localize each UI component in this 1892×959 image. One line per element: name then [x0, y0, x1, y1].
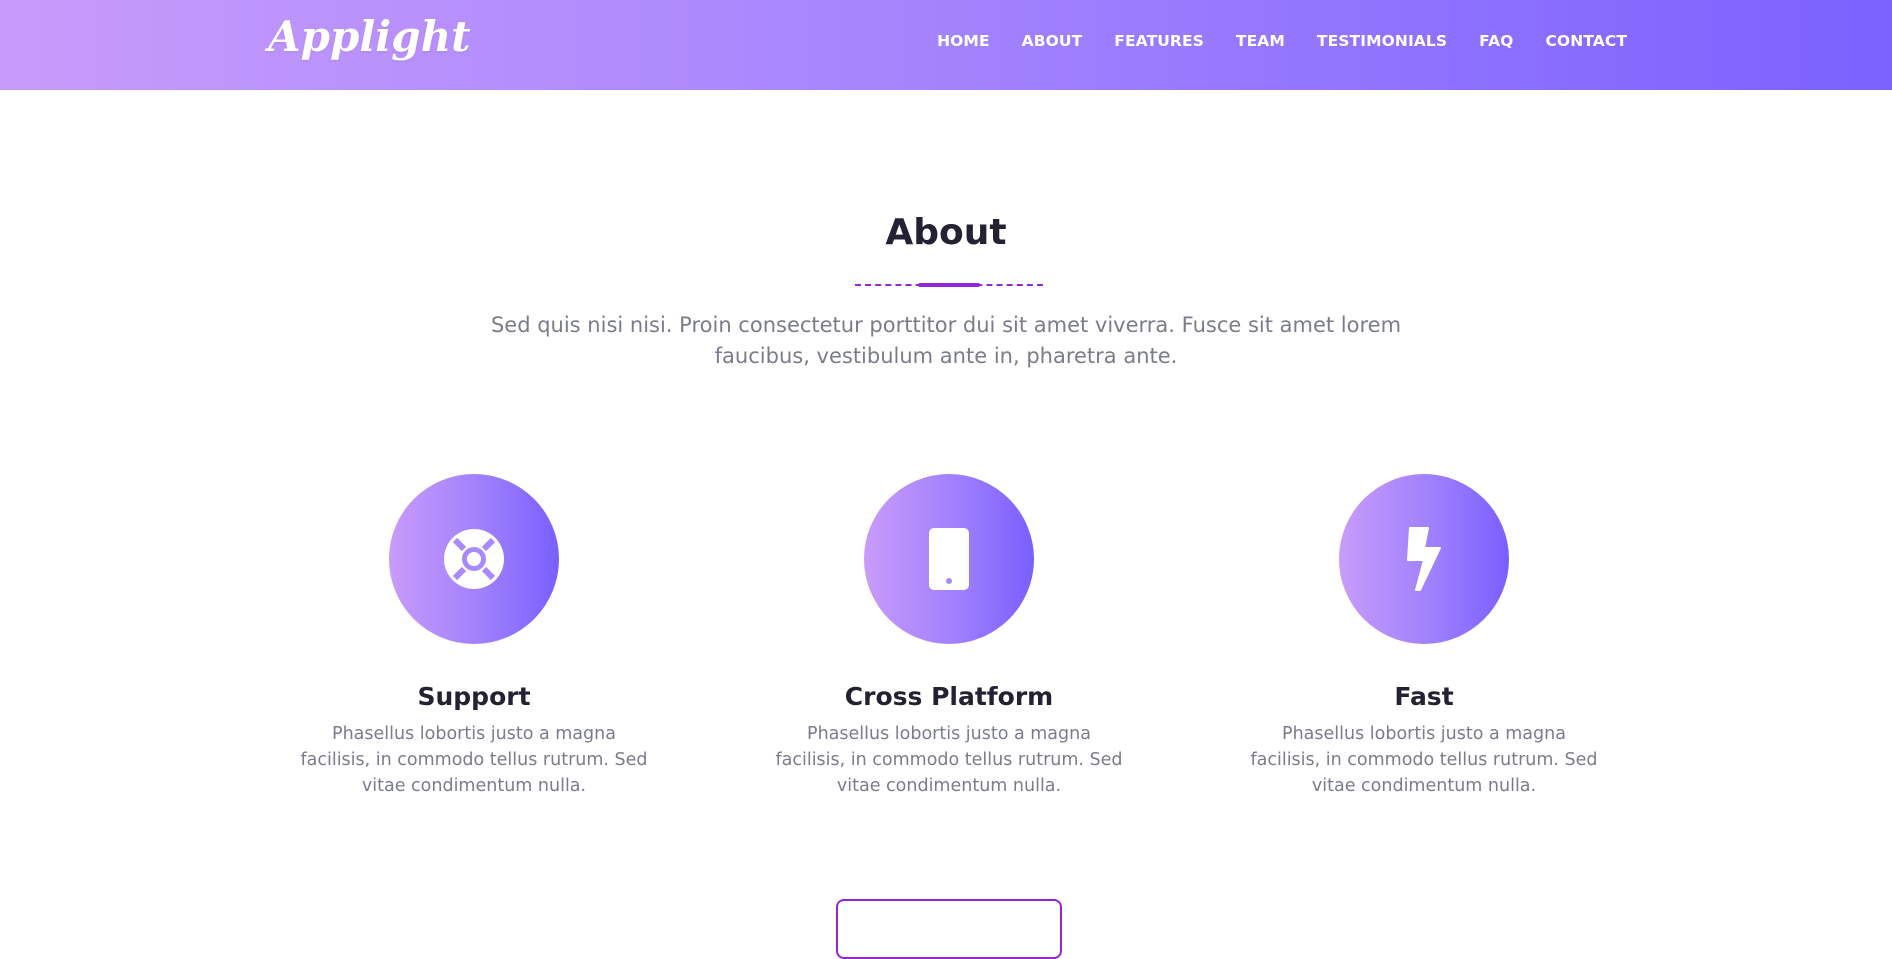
feature-text: Phasellus lobortis justo a magna facilis…	[300, 724, 648, 796]
section-description: Sed quis nisi nisi. Proin consectetur po…	[490, 313, 1402, 368]
feature-fast: Fast Phasellus lobortis justo a magna fa…	[1244, 474, 1604, 799]
lightning-icon	[1407, 527, 1441, 591]
nav-item-features[interactable]: FEATURES	[1114, 32, 1204, 50]
feature-text: Phasellus lobortis justo a magna facilis…	[1250, 724, 1598, 796]
main-nav: HOME ABOUT FEATURES TEAM TESTIMONIALS FA…	[905, 32, 1627, 50]
section-title: About	[885, 212, 1007, 253]
nav-item-team[interactable]: TEAM	[1236, 32, 1285, 50]
cta-button[interactable]	[836, 899, 1062, 959]
feature-icon-circle	[1339, 474, 1509, 644]
feature-support: Support Phasellus lobortis justo a magna…	[294, 474, 654, 799]
feature-icon-circle	[864, 474, 1034, 644]
mobile-icon	[929, 528, 969, 590]
feature-cross-platform: Cross Platform Phasellus lobortis justo …	[769, 474, 1129, 799]
nav-item-contact[interactable]: CONTACT	[1545, 32, 1627, 50]
logo[interactable]: Applight	[268, 12, 471, 61]
navbar: Applight HOME ABOUT FEATURES TEAM TESTIM…	[0, 0, 1892, 90]
feature-icon-circle	[389, 474, 559, 644]
nav-item-home[interactable]: HOME	[937, 32, 990, 50]
feature-text: Phasellus lobortis justo a magna facilis…	[775, 724, 1123, 796]
section-divider	[855, 283, 1043, 287]
feature-title: Cross Platform	[844, 682, 1054, 711]
feature-title: Fast	[1394, 682, 1454, 711]
nav-item-about[interactable]: ABOUT	[1022, 32, 1083, 50]
feature-title: Support	[417, 682, 531, 711]
nav-item-faq[interactable]: FAQ	[1479, 32, 1513, 50]
lifebuoy-icon	[444, 529, 504, 589]
nav-item-testimonials[interactable]: TESTIMONIALS	[1317, 32, 1447, 50]
